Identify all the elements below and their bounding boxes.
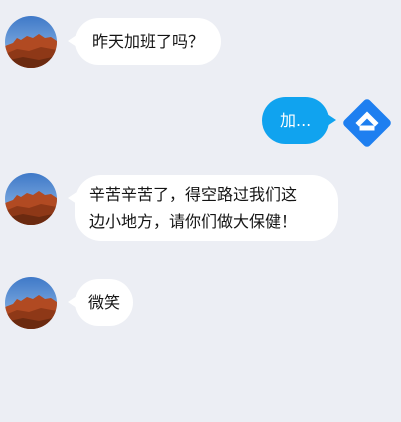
message-text-line: 辛苦辛苦了，得空路过我们这 bbox=[89, 185, 298, 204]
chat-conversation: 昨天加班了吗？ 加... 辛苦辛苦了，得空路过我们这 边小地方，请你们做大保健！ bbox=[0, 0, 401, 422]
desert-landscape-icon bbox=[5, 16, 57, 68]
message-text: 昨天加班了吗？ bbox=[92, 32, 205, 51]
message-bubble[interactable]: 微笑 bbox=[67, 279, 134, 326]
message-text-line: 边小地方，请你们做大保健！ bbox=[89, 212, 298, 231]
message-bubble[interactable]: 辛苦辛苦了，得空路过我们这 边小地方，请你们做大保健！ bbox=[68, 175, 338, 241]
message-text: 加... bbox=[280, 111, 312, 130]
brand-logo-icon bbox=[343, 99, 391, 147]
message-bubble[interactable]: 昨天加班了吗？ bbox=[67, 18, 222, 65]
contact-avatar[interactable] bbox=[5, 16, 57, 68]
message-bubble-outgoing[interactable]: 加... bbox=[262, 97, 337, 144]
desert-landscape-icon bbox=[5, 173, 57, 225]
desert-landscape-icon bbox=[5, 277, 57, 329]
my-avatar[interactable] bbox=[340, 96, 394, 150]
contact-avatar[interactable] bbox=[5, 277, 57, 329]
message-text: 微笑 bbox=[88, 293, 121, 312]
contact-avatar[interactable] bbox=[5, 173, 57, 225]
